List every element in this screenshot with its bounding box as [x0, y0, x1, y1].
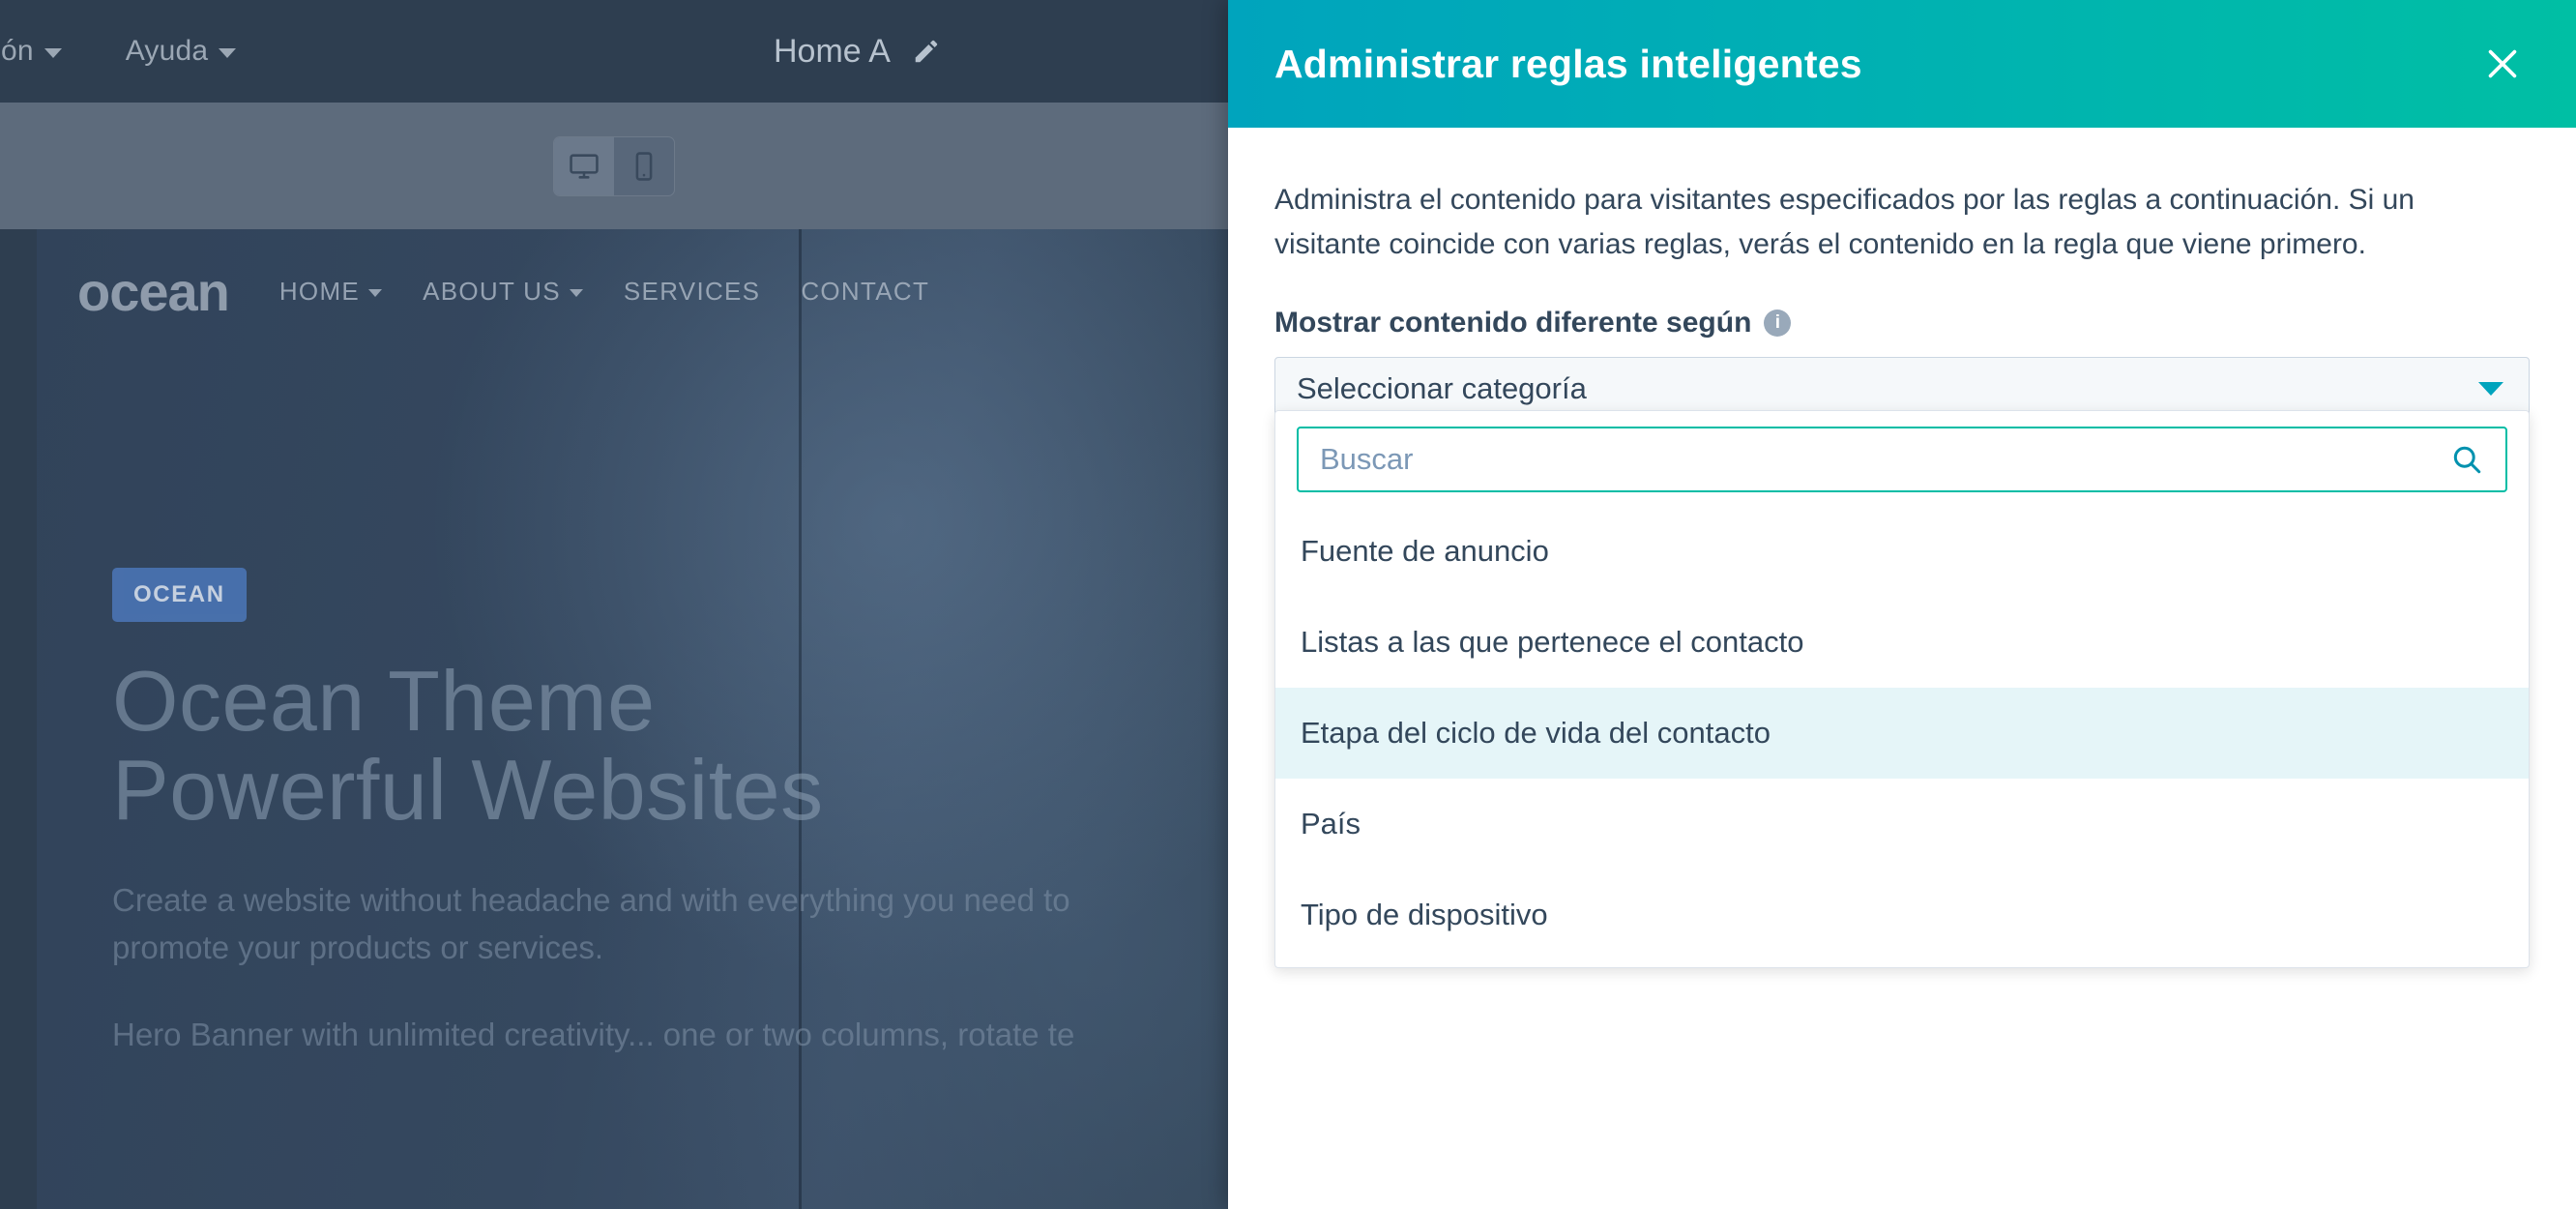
site-nav-link-label: CONTACT [801, 277, 930, 306]
chevron-down-icon [219, 48, 237, 58]
hero-heading-line-1: Ocean Theme [112, 653, 656, 749]
dropdown-option[interactable]: Fuente de anuncio [1275, 506, 2529, 597]
site-logo: ocean [77, 261, 230, 322]
panel-description: Administra el contenido para visitantes … [1274, 184, 2415, 260]
site-nav-link-home[interactable]: HOME [278, 277, 383, 307]
pencil-icon[interactable] [912, 37, 941, 66]
field-label-text: Mostrar contenido diferente según [1274, 307, 1752, 339]
mobile-icon [628, 150, 660, 183]
panel-body: Administra el contenido para visitantes … [1228, 128, 2576, 1209]
dropdown-option-label: Etapa del ciclo de vida del contacto [1301, 716, 1771, 750]
desktop-preview-button[interactable] [554, 136, 614, 195]
nav-item-label: Ayuda [125, 35, 209, 67]
panel-title: Administrar reglas inteligentes [1274, 41, 1862, 86]
dropdown-option-label: Tipo de dispositivo [1301, 898, 1548, 931]
category-select-value: Seleccionar categoría [1297, 371, 1587, 406]
page-editor-background: ación Ayuda Home A [0, 0, 1228, 1209]
dropdown-option-list: Fuente de anuncio Listas a las que perten… [1275, 506, 2529, 967]
dropdown-option[interactable]: Fuente de referencia [1275, 960, 2529, 967]
dropdown-option[interactable]: Listas a las que pertenece el contacto [1275, 597, 2529, 688]
desktop-icon [568, 150, 600, 183]
page-title-group: Home A [774, 0, 941, 103]
site-nav-link-contact[interactable]: CONTACT [801, 277, 929, 307]
category-dropdown: Fuente de anuncio Listas a las que perten… [1274, 410, 2530, 968]
dropdown-option-label: País [1301, 807, 1361, 840]
nav-item-ayuda[interactable]: Ayuda [126, 35, 237, 68]
site-nav-link-services[interactable]: SERVICES [624, 277, 760, 307]
hero-heading-line-2: Powerful Websites [112, 742, 824, 839]
website-preview-frame: ocean HOME ABOUT US SERVICES CONTACT OCE… [37, 229, 1228, 1209]
search-input[interactable] [1320, 442, 2449, 477]
hero-paragraph-1: Create a website without headache and wi… [112, 881, 1070, 966]
hero-badge: OCEAN [112, 568, 247, 622]
dropdown-option[interactable]: Tipo de dispositivo [1275, 870, 2529, 960]
close-icon[interactable] [2477, 39, 2528, 89]
hero-paragraph-2: Hero Banner with unlimited creativity...… [112, 1016, 1075, 1052]
dropdown-option[interactable]: Etapa del ciclo de vida del contacto [1275, 688, 2529, 779]
smart-rules-panel: Administrar reglas inteligentes Administ… [1228, 0, 2576, 1209]
chevron-down-icon [2478, 382, 2503, 397]
site-nav-link-label: SERVICES [623, 277, 761, 306]
chevron-down-icon [368, 289, 383, 297]
dropdown-option-label: Listas a las que pertenece el contacto [1301, 625, 1804, 659]
nav-item-label: ación [0, 35, 34, 67]
field-label-group: Mostrar contenido diferente según i [1274, 307, 2530, 339]
site-nav-link-about-us[interactable]: ABOUT US [423, 277, 583, 307]
site-nav-link-label: ABOUT US [423, 277, 561, 306]
hero-section: OCEAN Ocean Theme Powerful Websites Crea… [112, 568, 1189, 1058]
device-toggle-group [553, 135, 675, 196]
info-icon[interactable]: i [1764, 310, 1792, 338]
device-preview-toolbar [0, 103, 1228, 229]
chevron-down-icon [44, 48, 62, 58]
page-title: Home A [774, 32, 891, 70]
dropdown-search-wrapper [1275, 411, 2529, 506]
preview-site-header: ocean HOME ABOUT US SERVICES CONTACT [77, 260, 1228, 323]
panel-header: Administrar reglas inteligentes [1228, 0, 2576, 128]
chevron-down-icon [569, 289, 583, 297]
search-icon[interactable] [2449, 442, 2484, 477]
site-nav-link-label: HOME [278, 277, 361, 306]
search-field[interactable] [1297, 427, 2507, 492]
dropdown-option-label: Fuente de anuncio [1301, 534, 1549, 568]
editor-top-nav: ación Ayuda Home A [0, 0, 1228, 103]
site-nav-links: HOME ABOUT US SERVICES CONTACT [279, 277, 929, 307]
mobile-preview-button[interactable] [614, 137, 674, 195]
dropdown-option[interactable]: País [1275, 779, 2529, 870]
nav-item-acion[interactable]: ación [0, 35, 62, 68]
